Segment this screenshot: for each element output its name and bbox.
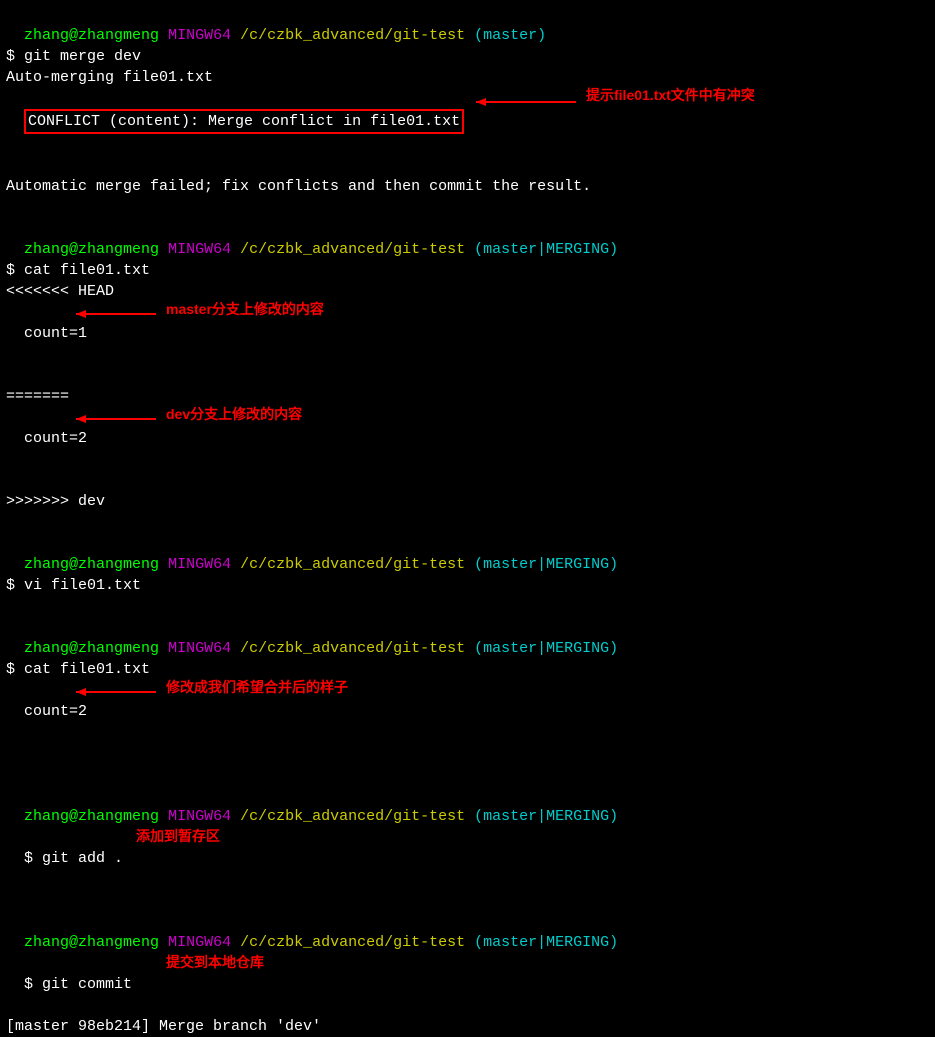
path: /c/czbk_advanced/git-test xyxy=(240,556,465,573)
annotation-resolved: 修改成我们希望合并后的样子 xyxy=(166,678,348,698)
path: /c/czbk_advanced/git-test xyxy=(240,27,465,44)
file-count1-line: count=1 master分支上修改的内容 xyxy=(6,302,929,386)
path: /c/czbk_advanced/git-test xyxy=(240,640,465,657)
annotation-commit: 提交到本地仓库 xyxy=(166,953,264,973)
shell-name: MINGW64 xyxy=(168,808,231,825)
command-commit-line: $ git commit 提交到本地仓库 xyxy=(6,953,929,1016)
shell-name: MINGW64 xyxy=(168,934,231,951)
user-host: zhang@zhangmeng xyxy=(24,556,159,573)
arrow-2 xyxy=(76,308,166,320)
file-head-marker: <<<<<<< HEAD xyxy=(6,281,929,302)
path: /c/czbk_advanced/git-test xyxy=(240,808,465,825)
shell-name: MINGW64 xyxy=(168,27,231,44)
command-cat1: $ cat file01.txt xyxy=(6,260,929,281)
branch: (master|MERGING) xyxy=(474,808,618,825)
prompt-line-2: zhang@zhangmeng MINGW64 /c/czbk_advanced… xyxy=(6,218,929,260)
command-commit: $ git commit xyxy=(24,976,132,993)
prompt-line-3: zhang@zhangmeng MINGW64 /c/czbk_advanced… xyxy=(6,533,929,575)
branch: (master|MERGING) xyxy=(474,556,618,573)
command-add: $ git add . xyxy=(24,850,123,867)
annotation-stage: 添加到暂存区 xyxy=(136,827,220,847)
prompt-line-4: zhang@zhangmeng MINGW64 /c/czbk_advanced… xyxy=(6,617,929,659)
branch: (master|MERGING) xyxy=(474,241,618,258)
prompt-line-6: zhang@zhangmeng MINGW64 /c/czbk_advanced… xyxy=(6,911,929,953)
command-vi: $ vi file01.txt xyxy=(6,575,929,596)
command-merge: $ git merge dev xyxy=(6,46,929,67)
annotation-master: master分支上修改的内容 xyxy=(166,300,324,320)
command-cat2: $ cat file01.txt xyxy=(6,659,929,680)
arrow-3 xyxy=(76,413,166,425)
arrow-1 xyxy=(476,96,586,108)
user-host: zhang@zhangmeng xyxy=(24,640,159,657)
shell-name: MINGW64 xyxy=(168,556,231,573)
output-commit: [master 98eb214] Merge branch 'dev' xyxy=(6,1016,929,1037)
path: /c/czbk_advanced/git-test xyxy=(240,934,465,951)
path: /c/czbk_advanced/git-test xyxy=(240,241,465,258)
output-failed: Automatic merge failed; fix conflicts an… xyxy=(6,176,929,197)
file-count-final: count=2 xyxy=(24,703,87,720)
annotation-dev: dev分支上修改的内容 xyxy=(166,405,302,425)
branch: (master) xyxy=(474,27,546,44)
annotation-conflict: 提示file01.txt文件中有冲突 xyxy=(586,86,755,106)
file-count2: count=2 xyxy=(24,430,87,447)
user-host: zhang@zhangmeng xyxy=(24,934,159,951)
shell-name: MINGW64 xyxy=(168,241,231,258)
output-conflict-line: CONFLICT (content): Merge conflict in fi… xyxy=(6,88,929,176)
prompt-line-1: zhang@zhangmeng MINGW64 /c/czbk_advanced… xyxy=(6,4,929,46)
branch: (master|MERGING) xyxy=(474,934,618,951)
arrow-4 xyxy=(76,686,166,698)
user-host: zhang@zhangmeng xyxy=(24,241,159,258)
command-add-line: $ git add . 添加到暂存区 xyxy=(6,827,929,890)
file-dev-marker: >>>>>>> dev xyxy=(6,491,929,512)
user-host: zhang@zhangmeng xyxy=(24,808,159,825)
shell-name: MINGW64 xyxy=(168,640,231,657)
file-count-final-line: count=2 修改成我们希望合并后的样子 xyxy=(6,680,929,764)
file-count2-line: count=2 dev分支上修改的内容 xyxy=(6,407,929,491)
output-automerge: Auto-merging file01.txt xyxy=(6,67,929,88)
prompt-line-5: zhang@zhangmeng MINGW64 /c/czbk_advanced… xyxy=(6,785,929,827)
user-host: zhang@zhangmeng xyxy=(24,27,159,44)
file-separator: ======= xyxy=(6,386,929,407)
branch: (master|MERGING) xyxy=(474,640,618,657)
file-count1: count=1 xyxy=(24,325,87,342)
conflict-box: CONFLICT (content): Merge conflict in fi… xyxy=(24,109,464,134)
